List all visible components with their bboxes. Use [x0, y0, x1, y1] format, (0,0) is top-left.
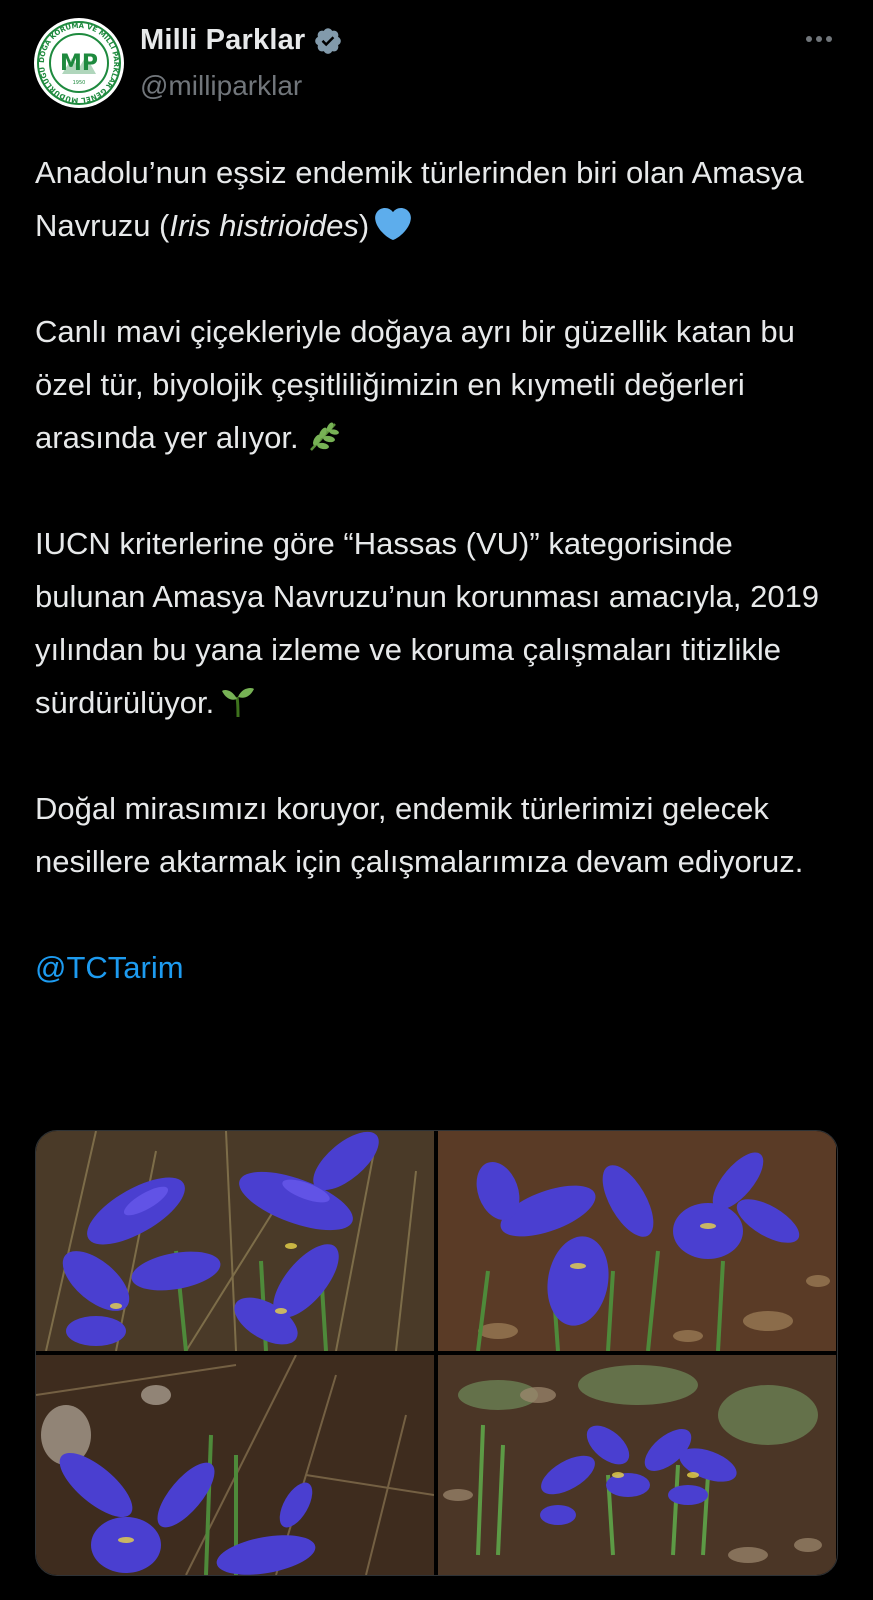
tweet-paragraph-2: Canlı mavi çiçekleriyle doğaya ayrı bir … — [35, 305, 840, 464]
species-name: Iris histrioides — [169, 208, 359, 243]
media-photo-1[interactable] — [36, 1131, 434, 1351]
tweet-paragraph-4: Doğal mirasımızı koruyor, endemik türler… — [35, 791, 804, 879]
milli-parklar-logo-icon: DOĞA KORUMA VE MİLLİ PARKLAR GENEL MÜDÜR… — [35, 19, 123, 107]
media-photo-2[interactable] — [438, 1131, 836, 1351]
name-row: Milli Parklar — [140, 24, 343, 57]
seedling-icon — [222, 687, 255, 718]
paragraph-3-text: IUCN kriterlerine göre “Hassas (VU)” kat… — [35, 526, 820, 720]
blue-heart-icon — [375, 207, 412, 241]
media-photo-4[interactable] — [438, 1355, 836, 1575]
display-name[interactable]: Milli Parklar — [140, 24, 305, 57]
iris-photo-icon — [36, 1131, 434, 1351]
verified-badge-icon — [315, 27, 342, 54]
paragraph-1-closing: ) — [358, 208, 370, 243]
avatar[interactable]: DOĞA KORUMA VE MİLLİ PARKLAR GENEL MÜDÜR… — [34, 18, 124, 108]
iris-photo-icon — [438, 1131, 836, 1351]
avatar-year: 1950 — [73, 80, 86, 86]
paragraph-1-text: Anadolu’nun eşsiz endemik türlerinden bi… — [35, 155, 804, 243]
media-grid — [35, 1130, 838, 1576]
tweet-paragraph-1: Anadolu’nun eşsiz endemik türlerinden bi… — [35, 146, 840, 252]
mention-link[interactable]: @TCTarim — [35, 950, 184, 985]
media-photo-3[interactable] — [36, 1355, 434, 1575]
iris-photo-icon — [438, 1355, 836, 1575]
handle[interactable]: @milliparklar — [140, 70, 302, 102]
paragraph-2-text: Canlı mavi çiçekleriyle doğaya ayrı bir … — [35, 314, 795, 455]
more-options-icon[interactable] — [799, 24, 839, 54]
tweet-header: DOĞA KORUMA VE MİLLİ PARKLAR GENEL MÜDÜR… — [34, 18, 839, 108]
iris-photo-icon — [36, 1355, 434, 1575]
tweet-text: Anadolu’nun eşsiz endemik türlerinden bi… — [35, 146, 840, 994]
herb-icon — [309, 422, 339, 451]
tweet-paragraph-3: IUCN kriterlerine göre “Hassas (VU)” kat… — [35, 517, 840, 729]
